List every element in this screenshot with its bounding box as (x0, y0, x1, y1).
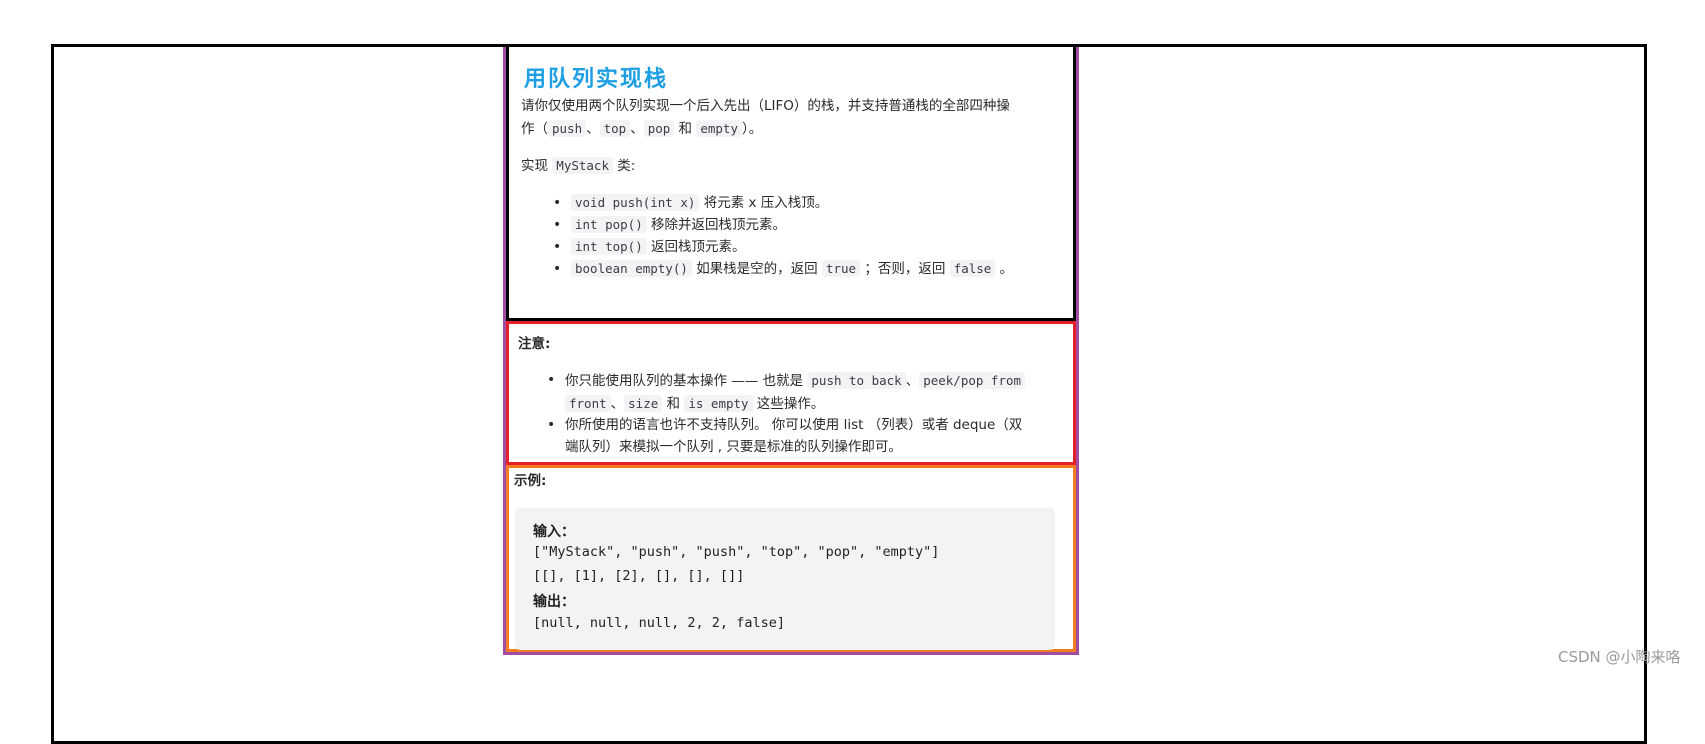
method-desc: 返回栈顶元素。 (651, 239, 746, 255)
example-heading: 示例: (514, 473, 547, 489)
code-mystack: MyStack (552, 157, 613, 174)
method-desc: 将元素 x 压入栈顶。 (703, 195, 829, 211)
bullet-icon: • (553, 195, 562, 211)
bullet-icon: • (547, 372, 556, 388)
code-pop: pop (643, 120, 675, 137)
code-push: push (548, 120, 587, 137)
output-label: 输出： (533, 594, 575, 610)
code-empty: empty (696, 120, 742, 137)
list-item: • void push(int x) 将元素 x 压入栈顶。 (553, 192, 1013, 214)
notes-heading: 注意: (518, 336, 551, 352)
methods-list: • void push(int x) 将元素 x 压入栈顶。 • int pop()… (553, 192, 1014, 280)
method-code: int pop() (571, 216, 647, 233)
sep: 和 (674, 121, 697, 137)
bullet-icon: • (553, 239, 562, 255)
intro-suffix: ）。 (742, 121, 763, 137)
code-is-empty: is empty (684, 394, 753, 412)
code-size: size (624, 394, 663, 412)
output-line: [null, null, null, 2, 2, false] (533, 615, 785, 631)
watermark: CSDN @小陶来咯 (1558, 648, 1681, 666)
input-line-2: [[], [1], [2], [], [], []] (533, 568, 745, 584)
list-item: • boolean empty() 如果栈是空的，返回 true ；否则，返回 f… (553, 258, 1014, 280)
method-desc: 如果栈是空的，返回 (696, 261, 818, 277)
method-code: boolean empty() (571, 260, 692, 277)
code-peek-pop-from: peek/pop from (919, 372, 1026, 389)
sep: 、 (905, 373, 920, 389)
note-end: 这些操作。 (752, 395, 825, 412)
implement-suffix: 类: (612, 158, 636, 174)
intro-line-2: 作（ push、 top、 pop 和 empty）。 (521, 118, 762, 140)
intro-prefix: 作（ (521, 121, 548, 137)
list-item-continuation: 端队列）来模拟一个队列 , 只要是标准的队列操作即可。 (565, 437, 1025, 459)
example-code-block: 输入： ["MyStack", "push", "push", "top", "… (515, 508, 1055, 650)
code-true: true (821, 260, 861, 277)
note-text: 端队列）来模拟一个队列 , 只要是标准的队列操作即可。 (565, 438, 902, 455)
note-text: 你所使用的语言也许不支持队列。 你可以使用 list （列表）或者 deque（… (565, 417, 1023, 433)
bullet-icon: • (547, 417, 556, 433)
note-text: 你只能使用队列的基本操作 —— 也就是 (565, 373, 804, 389)
list-item: • int top() 返回栈顶元素。 (553, 236, 1013, 258)
code-false: false (949, 260, 996, 277)
code-top: top (599, 120, 631, 137)
code-push-to-back: push to back (807, 372, 906, 389)
method-code: int top() (571, 238, 647, 255)
method-desc: 移除并返回栈顶元素。 (651, 217, 787, 233)
notes-list: • 你只能使用队列的基本操作 —— 也就是 push to back、 peek/p… (547, 370, 1026, 459)
input-label: 输入： (533, 524, 575, 540)
sep: 、 (586, 121, 600, 137)
bullet-icon: • (553, 217, 562, 233)
bullet-icon: • (553, 261, 562, 277)
intro-line-1: 请你仅使用两个队列实现一个后入先出（LIFO）的栈，并支持普通栈的全部四种操 (521, 98, 1010, 114)
sep: 和 (662, 395, 685, 412)
method-desc-end: 。 (999, 261, 1014, 277)
input-line-1: ["MyStack", "push", "push", "top", "pop"… (533, 544, 940, 560)
problem-container: 用队列实现栈 请你仅使用两个队列实现一个后入先出（LIFO）的栈，并支持普通栈的… (503, 47, 1079, 655)
list-item: • int pop() 移除并返回栈顶元素。 (553, 214, 1013, 236)
implement-prefix: 实现 (521, 158, 553, 174)
list-item: • 你所使用的语言也许不支持队列。 你可以使用 list （列表）或者 deque… (547, 415, 1025, 437)
implement-line: 实现 MyStack 类: (521, 155, 635, 177)
list-item: • 你只能使用队列的基本操作 —— 也就是 push to back、 peek/p… (547, 370, 1026, 393)
method-desc-mid: ；否则，返回 (864, 261, 946, 277)
description-box: 用队列实现栈 请你仅使用两个队列实现一个后入先出（LIFO）的栈，并支持普通栈的… (506, 47, 1076, 321)
notes-box: 注意: • 你只能使用队列的基本操作 —— 也就是 push to back、 pe… (506, 321, 1076, 465)
sep: 、 (610, 395, 625, 412)
sep: 、 (630, 121, 644, 137)
method-code: void push(int x) (571, 194, 700, 211)
code-front: front (565, 394, 611, 412)
example-box: 示例: 输入： ["MyStack", "push", "push", "top… (506, 465, 1076, 652)
list-item-continuation: front、 size 和 is empty 这些操作。 (565, 393, 1025, 416)
problem-title: 用队列实现栈 (524, 66, 669, 92)
